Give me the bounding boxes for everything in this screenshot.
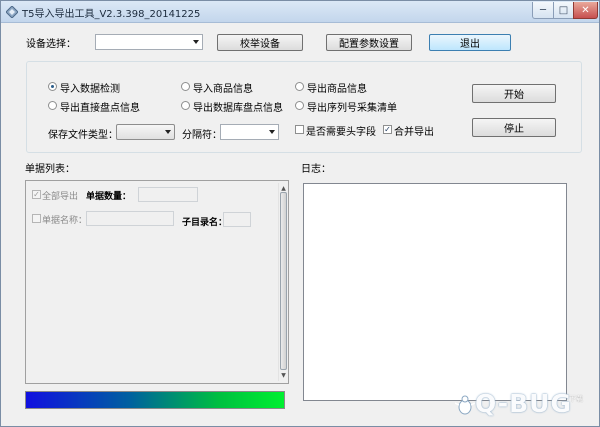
log-title: 日志： [301,164,331,175]
maximize-button[interactable]: □ [553,2,574,19]
window-title: T5导入导出工具_V2.3.398_20141225 [22,9,201,20]
progress-bar [25,391,285,409]
separator-select[interactable] [220,124,279,140]
header-field-label[interactable]: 是否需要头字段 [306,123,376,138]
calibrate-device-button[interactable]: 校举设备 [217,34,303,51]
subdir-field[interactable] [223,212,251,227]
doc-count-label: 单据数量： [86,192,132,202]
exit-button[interactable]: 退出 [429,34,511,51]
chevron-down-icon [269,130,275,134]
radio-import-check[interactable] [48,82,57,91]
header-field-checkbox[interactable] [295,125,304,134]
chevron-down-icon [165,130,171,134]
file-type-select[interactable] [116,124,175,140]
close-button[interactable]: ✕ [573,2,598,19]
file-type-label: 保存文件类型： [48,130,118,141]
config-params-button[interactable]: 配置参数设置 [326,34,412,51]
log-textarea[interactable] [303,183,567,401]
scroll-down-icon[interactable]: ▼ [279,370,288,381]
merge-export-label[interactable]: 合并导出 [394,123,434,138]
device-select[interactable] [95,34,203,50]
title-bar[interactable]: T5导入导出工具_V2.3.398_20141225 ─ □ ✕ [1,1,599,23]
radio-export-direct-inventory-label[interactable]: 导出直接盘点信息 [60,99,140,114]
radio-export-db-inventory-label[interactable]: 导出数据库盘点信息 [193,99,283,114]
radio-export-db-inventory[interactable] [181,101,190,110]
radio-export-direct-inventory[interactable] [48,101,57,110]
merge-export-checkbox[interactable]: ✓ [383,125,392,134]
doc-list-scrollbar[interactable]: ▲ ▼ [278,183,288,381]
export-all-checkbox[interactable]: ✓ [32,190,41,199]
main-window: T5导入导出工具_V2.3.398_20141225 ─ □ ✕ 设备选择： 校… [0,0,600,427]
radio-export-serial-list[interactable] [295,101,304,110]
stop-button[interactable]: 停止 [472,118,556,137]
subdir-label: 子目录名： [182,218,228,228]
bug-icon [455,395,475,415]
chevron-down-icon [193,40,199,44]
doc-list-title: 单据列表： [25,164,75,175]
watermark-logo: Q-BUG 下载 [453,389,597,425]
doc-count-field [138,187,198,202]
app-icon [6,6,18,18]
start-button[interactable]: 开始 [472,84,556,103]
radio-import-goods-label[interactable]: 导入商品信息 [193,80,253,95]
watermark-text: Q-BUG [475,389,572,418]
device-label: 设备选择： [26,39,76,50]
doc-list-panel[interactable]: ✓ 全部导出 单据数量： 单据名称： 子目录名： ▲ ▼ [25,180,289,384]
scrollbar-thumb[interactable] [280,192,287,370]
radio-export-goods-label[interactable]: 导出商品信息 [307,80,367,95]
radio-export-serial-list-label[interactable]: 导出序列号采集清单 [307,99,397,114]
watermark-sub: 下载 [569,395,583,403]
radio-import-goods[interactable] [181,82,190,91]
radio-import-check-label[interactable]: 导入数据检测 [60,80,120,95]
doc-name-label: 单据名称： [42,216,88,226]
separator-label: 分隔符： [182,130,222,141]
minimize-button[interactable]: ─ [532,2,554,19]
doc-name-field[interactable] [86,211,174,226]
export-all-label: 全部导出 [42,192,79,202]
radio-export-goods[interactable] [295,82,304,91]
doc-name-checkbox[interactable] [32,214,41,223]
